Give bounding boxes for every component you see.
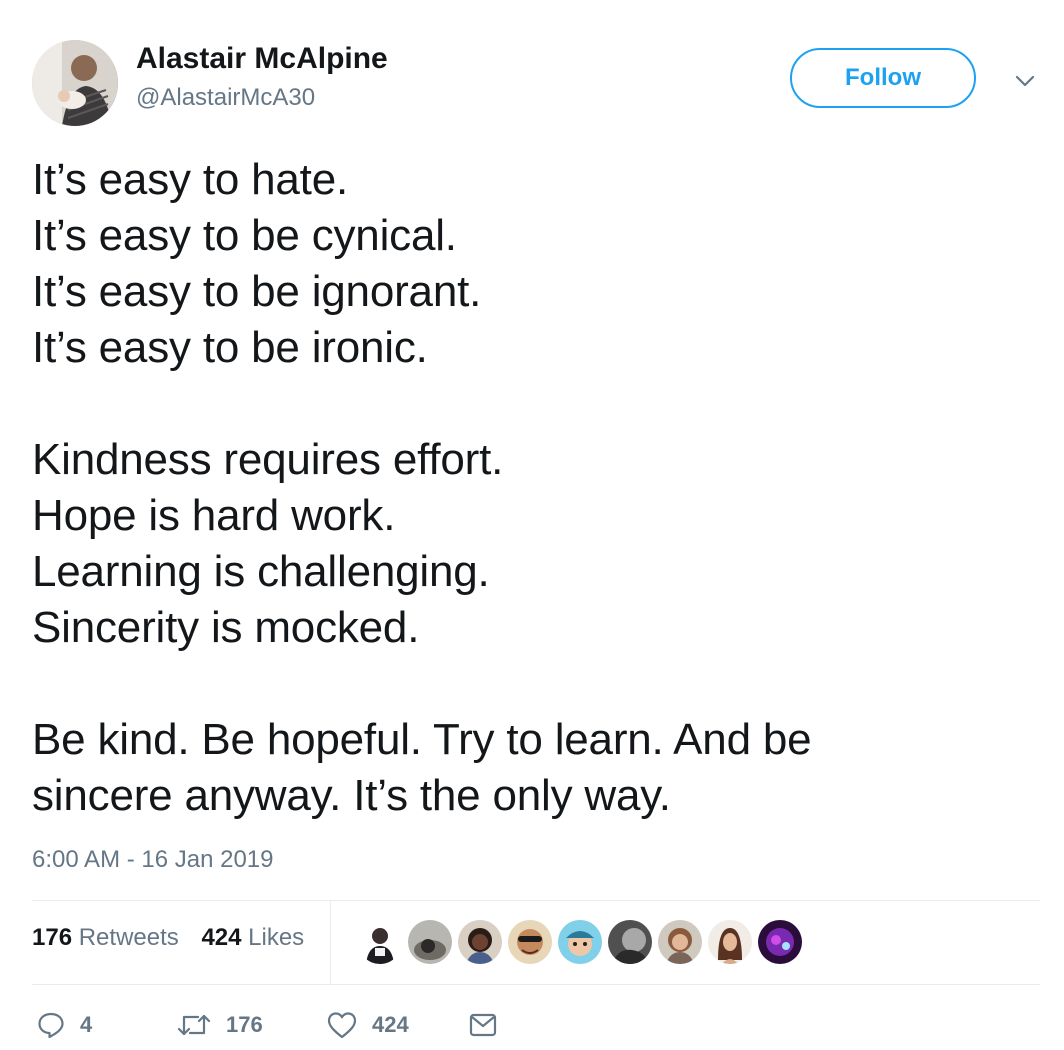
liker-avatar[interactable] <box>356 918 404 966</box>
liker-avatar[interactable] <box>506 918 554 966</box>
tweet-line: Be kind. Be hopeful. Try to learn. And b… <box>32 715 812 764</box>
retweet-count: 176 <box>226 1012 263 1037</box>
liker-avatar[interactable] <box>756 918 804 966</box>
retweets-label: Retweets <box>78 924 179 951</box>
likes-count: 424 <box>201 924 242 951</box>
reply-button[interactable]: 4 <box>36 1008 92 1042</box>
tweet-line: It’s easy to be cynical. <box>32 211 457 260</box>
retweets-stat[interactable]: 176 Retweets <box>32 924 179 951</box>
user-handle[interactable]: @AlastairMcA30 <box>136 84 315 112</box>
liker-avatar[interactable] <box>656 918 704 966</box>
chevron-down-icon[interactable] <box>1010 66 1040 96</box>
direct-message-button[interactable] <box>468 1008 498 1042</box>
divider <box>32 900 1040 901</box>
envelope-icon <box>468 1010 498 1040</box>
like-count: 424 <box>372 1012 409 1037</box>
liker-avatar[interactable] <box>606 918 654 966</box>
follow-button[interactable]: Follow <box>790 48 976 108</box>
avatar[interactable] <box>32 40 118 126</box>
heart-icon <box>326 1010 358 1040</box>
tweet-line: It’s easy to hate. <box>32 155 349 204</box>
like-button[interactable]: 424 <box>326 1008 409 1042</box>
retweet-icon <box>176 1010 212 1040</box>
tweet-card: Alastair McAlpine @AlastairMcA30 Follow … <box>0 0 1064 1050</box>
tweet-text: It’s easy to hate. It’s easy to be cynic… <box>32 152 1042 824</box>
reply-count: 4 <box>80 1012 93 1037</box>
stanza-break <box>32 376 1042 432</box>
tweet-line: Learning is challenging. <box>32 547 490 596</box>
tweet-line: Sincerity is mocked. <box>32 603 420 652</box>
tweet-timestamp[interactable]: 6:00 AM - 16 Jan 2019 <box>32 846 274 874</box>
liker-avatar[interactable] <box>556 918 604 966</box>
tweet-line: Kindness requires effort. <box>32 435 504 484</box>
divider <box>32 984 1040 985</box>
likes-label: Likes <box>248 924 305 951</box>
stanza-break <box>32 656 1042 712</box>
tweet-stats: 176 Retweets 424 Likes <box>32 924 320 952</box>
liker-avatar[interactable] <box>456 918 504 966</box>
liker-avatar[interactable] <box>706 918 754 966</box>
likes-stat[interactable]: 424 Likes <box>201 924 304 951</box>
tweet-line: It’s easy to be ironic. <box>32 323 428 372</box>
tweet-line: Hope is hard work. <box>32 491 396 540</box>
divider <box>330 900 331 984</box>
retweet-button[interactable]: 176 <box>176 1008 263 1042</box>
tweet-line: It’s easy to be ignorant. <box>32 267 482 316</box>
retweets-count: 176 <box>32 924 73 951</box>
liker-avatar[interactable] <box>406 918 454 966</box>
display-name[interactable]: Alastair McAlpine <box>136 42 388 76</box>
tweet-line: sincere anyway. It’s the only way. <box>32 771 671 820</box>
reply-icon <box>36 1010 66 1040</box>
